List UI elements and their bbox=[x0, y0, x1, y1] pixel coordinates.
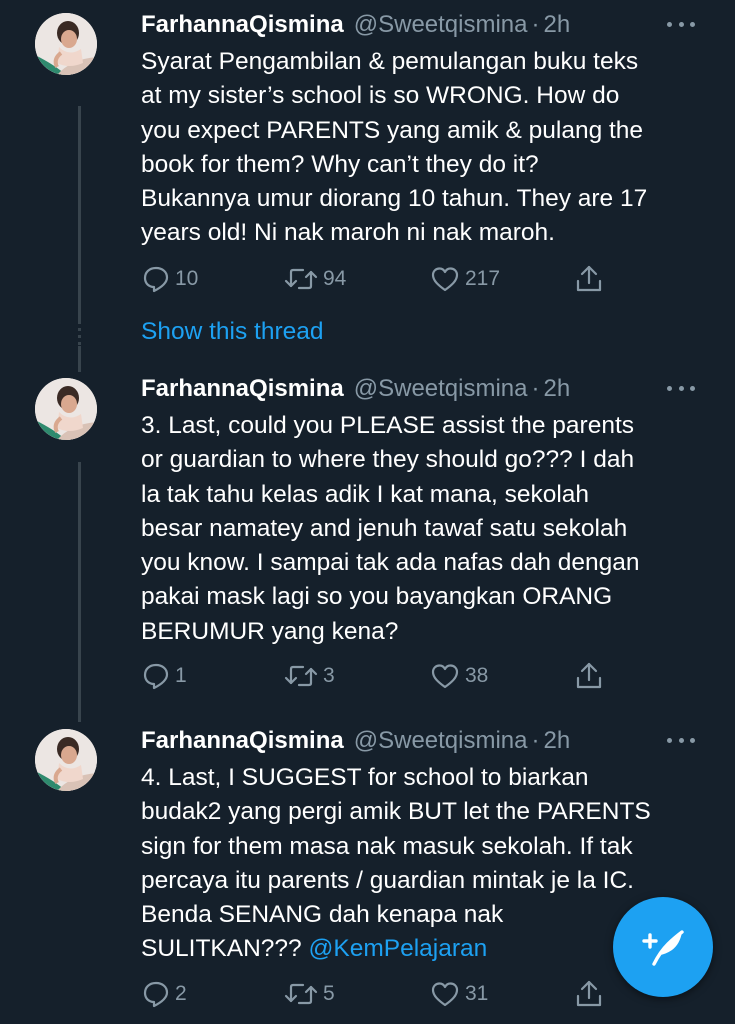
like-icon bbox=[431, 267, 459, 292]
like-button[interactable]: 38 bbox=[429, 659, 488, 693]
tweet-actions: 10 94 217 bbox=[141, 262, 611, 296]
retweet-count: 5 bbox=[323, 982, 335, 1005]
like-icon bbox=[431, 664, 459, 689]
tweet-text: Syarat Pengambilan & pemulangan buku tek… bbox=[141, 45, 706, 251]
separator: · bbox=[531, 375, 540, 402]
timeline: FarhannaQismina @Sweetqismina · 2h Syara… bbox=[0, 0, 735, 1024]
reply-count: 2 bbox=[175, 982, 187, 1005]
retweet-icon bbox=[284, 665, 318, 687]
tweet-text-line: budak2 yang pergi amik BUT let the PAREN… bbox=[141, 798, 651, 826]
thread-line bbox=[78, 462, 81, 722]
tweet-text-line: BERUMUR yang kena? bbox=[141, 617, 399, 645]
reply-count: 10 bbox=[175, 267, 199, 290]
tweet-text-line: book for them? Why can’t they do it? bbox=[141, 150, 539, 178]
user-handle[interactable]: @Sweetqismina bbox=[354, 375, 528, 403]
tweet-text-line: 3. Last, could you PLEASE assist the par… bbox=[141, 412, 635, 439]
tweet[interactable]: FarhannaQismina @Sweetqismina · 2h Syara… bbox=[0, 0, 735, 310]
tweet-text-line: you know. I sampai tak ada nafas dah den… bbox=[141, 549, 640, 577]
tweet-text-line: 4. Last, I SUGGEST for school to biarkan bbox=[141, 764, 589, 791]
separator: · bbox=[531, 11, 540, 38]
tweet-header: FarhannaQismina @Sweetqismina · 2h bbox=[141, 374, 705, 404]
avatar-image bbox=[35, 729, 97, 791]
separator: · bbox=[531, 727, 540, 754]
like-button[interactable]: 217 bbox=[429, 262, 500, 296]
share-icon bbox=[576, 980, 602, 1007]
reply-count: 1 bbox=[175, 664, 187, 687]
share-icon bbox=[576, 265, 602, 292]
share-button[interactable] bbox=[573, 977, 609, 1011]
tweet-text-line: years old! Ni nak maroh ni nak maroh. bbox=[141, 219, 555, 247]
share-icon bbox=[576, 662, 602, 689]
tweet-text-line: sign for them masa nak masuk sekolah. If… bbox=[141, 832, 633, 860]
compose-tweet-icon bbox=[642, 930, 684, 966]
display-name[interactable]: FarhannaQismina bbox=[141, 11, 344, 39]
reply-button[interactable]: 1 bbox=[141, 659, 187, 693]
tweet-text-line: pakai mask lagi so you bayangkan ORANG bbox=[141, 583, 613, 611]
tweet-text-line: or guardian to where they should go??? I… bbox=[141, 446, 635, 474]
tweet-header: FarhannaQismina @Sweetqismina · 2h bbox=[141, 726, 705, 756]
timestamp[interactable]: 2h bbox=[544, 375, 571, 403]
tweet-text-line: percaya itu parents / guardian mintak je… bbox=[141, 866, 634, 894]
avatar[interactable] bbox=[35, 13, 97, 75]
retweet-icon bbox=[284, 268, 318, 290]
timestamp[interactable]: 2h bbox=[544, 11, 571, 39]
display-name[interactable]: FarhannaQismina bbox=[141, 727, 344, 755]
retweet-button[interactable]: 5 bbox=[283, 977, 335, 1011]
share-button[interactable] bbox=[573, 262, 609, 296]
like-count: 38 bbox=[465, 664, 489, 687]
tweet-text-line: you expect PARENTS yang amik & pulang th… bbox=[141, 116, 644, 144]
tweet-text-line: at my sister’s school is so WRONG. How d… bbox=[141, 82, 620, 110]
mention-link[interactable]: @KemPelajaran bbox=[309, 935, 488, 962]
retweet-count: 94 bbox=[323, 267, 347, 290]
tweet-text: 3. Last, could you PLEASE assist the par… bbox=[141, 409, 706, 649]
retweet-button[interactable]: 94 bbox=[283, 262, 346, 296]
display-name[interactable]: FarhannaQismina bbox=[141, 375, 344, 403]
avatar-image bbox=[35, 378, 97, 440]
like-count: 217 bbox=[465, 267, 501, 290]
avatar[interactable] bbox=[35, 378, 97, 440]
avatar[interactable] bbox=[35, 729, 97, 791]
more-icon[interactable] bbox=[667, 16, 695, 32]
avatar-image bbox=[35, 13, 97, 75]
user-handle[interactable]: @Sweetqismina bbox=[354, 11, 528, 39]
share-button[interactable] bbox=[573, 659, 609, 693]
like-button[interactable]: 31 bbox=[429, 977, 488, 1011]
tweet-actions: 2 5 31 bbox=[141, 977, 611, 1011]
timestamp[interactable]: 2h bbox=[544, 727, 571, 755]
retweet-count: 3 bbox=[323, 664, 335, 687]
tweet-text-line: besar namatey and jenuh tawaf satu sekol… bbox=[141, 514, 628, 542]
compose-tweet-button[interactable] bbox=[613, 897, 713, 997]
thread-line bbox=[78, 346, 81, 372]
like-count: 31 bbox=[465, 982, 489, 1005]
reply-button[interactable]: 10 bbox=[141, 262, 198, 296]
more-icon[interactable] bbox=[667, 380, 695, 396]
tweet-text-line: Syarat Pengambilan & pemulangan buku tek… bbox=[141, 48, 639, 75]
like-icon bbox=[431, 982, 459, 1007]
more-icon[interactable] bbox=[667, 732, 695, 748]
show-thread-link[interactable]: Show this thread bbox=[141, 318, 324, 346]
reply-icon bbox=[143, 266, 169, 293]
retweet-button[interactable]: 3 bbox=[283, 659, 335, 693]
retweet-icon bbox=[284, 983, 318, 1005]
tweet[interactable]: FarhannaQismina @Sweetqismina · 2h 4. La… bbox=[0, 0, 735, 1008]
reply-icon bbox=[143, 981, 169, 1008]
tweet-text-line: la tak tahu kelas adik I kat mana, sekol… bbox=[141, 480, 590, 508]
tweet-text-fragment: SULITKAN??? bbox=[141, 935, 309, 963]
user-handle[interactable]: @Sweetqismina bbox=[354, 727, 528, 755]
reply-icon bbox=[143, 663, 169, 690]
tweet-actions: 1 3 38 bbox=[141, 659, 611, 693]
tweet-text-line: Bukannya umur diorang 10 tahun. They are… bbox=[141, 185, 648, 213]
tweet-header: FarhannaQismina @Sweetqismina · 2h bbox=[141, 10, 705, 40]
reply-button[interactable]: 2 bbox=[141, 977, 187, 1011]
